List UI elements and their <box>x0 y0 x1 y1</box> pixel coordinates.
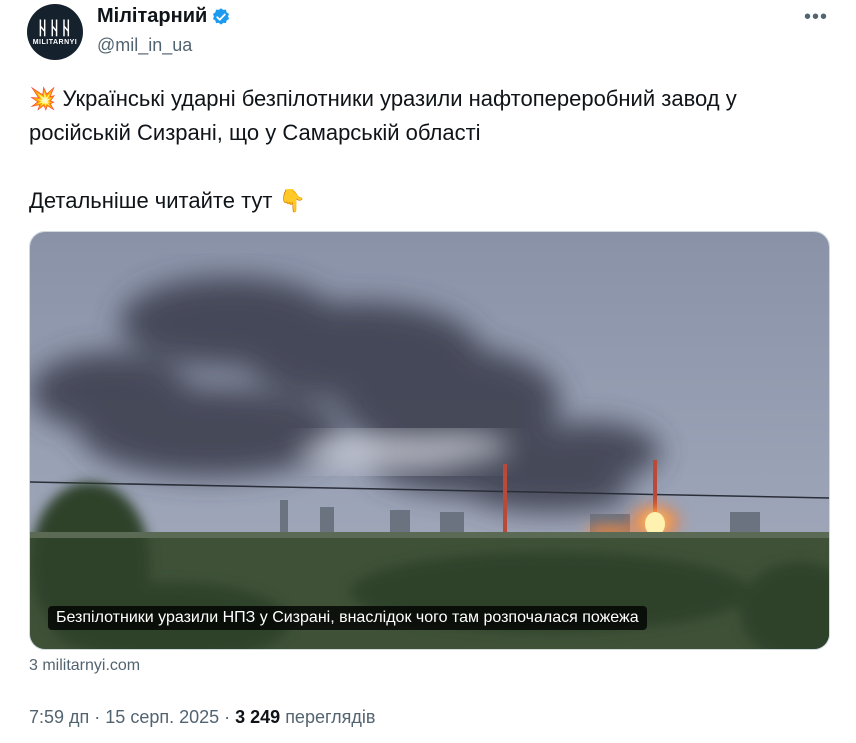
author-display-name[interactable]: Мілітарний <box>97 5 207 28</box>
tweet-paragraph-2: Детальніше читайте тут 👇 <box>29 184 829 218</box>
views-label: переглядів <box>280 707 376 727</box>
author-name-row: Мілітарний <box>97 5 231 28</box>
tweet-paragraph-1: 💥 Українські ударні безпілотники уразили… <box>29 82 829 150</box>
tweet-date[interactable]: 15 серп. 2025 <box>105 707 219 727</box>
boom-emoji-icon: 💥 <box>29 86 57 111</box>
point-down-emoji-icon: 👇 <box>278 188 307 213</box>
more-options-icon[interactable]: ••• <box>804 6 828 29</box>
tweet-meta: 7:59 дп · 15 серп. 2025 · 3 249 перегляд… <box>29 707 375 728</box>
avatar[interactable]: ᚺᚺᚺ MILITARNYI <box>27 4 83 60</box>
tweet-line-1: Українські ударні безпілотники уразили н… <box>29 86 737 145</box>
media-photo[interactable]: Безпілотники уразили НПЗ у Сизрані, внас… <box>29 231 830 650</box>
author-handle[interactable]: @mil_in_ua <box>97 35 192 56</box>
views-count: 3 249 <box>235 707 281 727</box>
verified-badge-icon <box>213 7 230 25</box>
media-caption: Безпілотники уразили НПЗ у Сизрані, внас… <box>48 606 647 630</box>
meta-separator: · <box>89 707 106 727</box>
tweet-line-2: Детальніше читайте тут <box>29 188 273 213</box>
smoke-photo-illustration <box>30 232 829 649</box>
tweet-text: 💥 Українські ударні безпілотники уразили… <box>29 82 829 218</box>
avatar-logo-glyph: ᚺᚺᚺ <box>37 17 73 38</box>
avatar-logo-text: MILITARNYI <box>32 38 78 46</box>
link-source[interactable]: 3 militarnyi.com <box>29 657 140 675</box>
tweet-time[interactable]: 7:59 дп <box>29 707 89 727</box>
meta-separator: · <box>219 707 236 727</box>
